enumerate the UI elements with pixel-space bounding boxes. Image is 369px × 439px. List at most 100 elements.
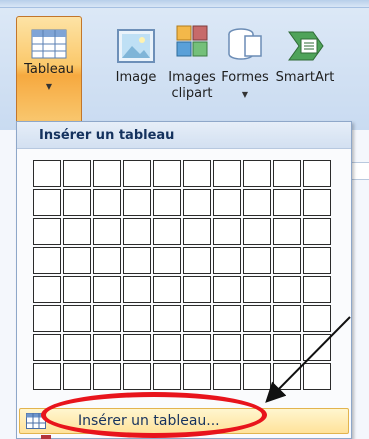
grid-cell[interactable] [123,276,151,303]
grid-cell[interactable] [243,247,271,274]
grid-cell[interactable] [213,218,241,245]
grid-cell[interactable] [243,189,271,216]
smartart-button[interactable]: SmartArt [272,16,338,124]
grid-cell[interactable] [123,247,151,274]
images-clipart-label-line1: Images [168,70,216,85]
grid-cell[interactable] [33,334,61,361]
chevron-down-icon: ▼ [241,90,249,99]
ribbon: Tableau ▼ Image Images clipart Formes ▼ [0,0,369,130]
grid-cell[interactable] [63,247,91,274]
grid-cell[interactable] [123,334,151,361]
grid-cell[interactable] [243,305,271,332]
grid-cell[interactable] [183,189,211,216]
grid-cell[interactable] [273,218,301,245]
dropdown-header: Insérer un tableau [17,122,351,149]
grid-cell[interactable] [123,305,151,332]
grid-cell[interactable] [183,305,211,332]
grid-cell[interactable] [273,305,301,332]
grid-cell[interactable] [93,305,121,332]
grid-cell[interactable] [123,160,151,187]
images-clipart-label-line2: clipart [171,86,213,101]
smartart-icon [288,31,324,61]
grid-cell[interactable] [33,218,61,245]
grid-cell[interactable] [273,189,301,216]
grid-cell[interactable] [63,334,91,361]
grid-cell[interactable] [303,160,331,187]
grid-cell[interactable] [33,276,61,303]
grid-cell[interactable] [213,334,241,361]
formes-label: Formes [221,70,269,85]
grid-cell[interactable] [153,160,181,187]
grid-cell[interactable] [243,160,271,187]
insert-table-menu-item[interactable]: Insérer un tableau... [19,408,349,434]
grid-cell[interactable] [93,276,121,303]
grid-cell[interactable] [243,334,271,361]
grid-cell[interactable] [213,305,241,332]
grid-cell[interactable] [33,305,61,332]
grid-cell[interactable] [153,334,181,361]
grid-cell[interactable] [273,334,301,361]
grid-cell[interactable] [93,247,121,274]
grid-cell[interactable] [123,363,151,390]
grid-cell[interactable] [63,218,91,245]
grid-cell[interactable] [93,218,121,245]
grid-cell[interactable] [303,334,331,361]
grid-cell[interactable] [153,276,181,303]
next-menu-item-icon [41,435,51,439]
grid-cell[interactable] [33,160,61,187]
grid-cell[interactable] [153,189,181,216]
grid-cell[interactable] [303,363,331,390]
grid-cell[interactable] [183,363,211,390]
grid-cell[interactable] [63,189,91,216]
grid-cell[interactable] [93,189,121,216]
grid-cell[interactable] [183,276,211,303]
grid-cell[interactable] [303,189,331,216]
grid-cell[interactable] [33,363,61,390]
grid-cell[interactable] [213,363,241,390]
grid-cell[interactable] [93,334,121,361]
grid-cell[interactable] [93,160,121,187]
grid-cell[interactable] [63,363,91,390]
grid-cell[interactable] [153,218,181,245]
grid-cell[interactable] [213,189,241,216]
grid-cell[interactable] [303,218,331,245]
grid-cell[interactable] [123,189,151,216]
grid-cell[interactable] [243,218,271,245]
insert-table-menu-label: Insérer un tableau... [78,413,220,429]
table-icon [31,29,67,59]
grid-cell[interactable] [153,305,181,332]
grid-cell[interactable] [273,276,301,303]
grid-cell[interactable] [303,247,331,274]
grid-cell[interactable] [63,305,91,332]
grid-cell[interactable] [183,160,211,187]
grid-cell[interactable] [33,189,61,216]
grid-cell[interactable] [273,160,301,187]
grid-cell[interactable] [33,247,61,274]
grid-cell[interactable] [183,247,211,274]
grid-cell[interactable] [273,247,301,274]
tableau-label: Tableau [24,62,74,77]
grid-cell[interactable] [303,305,331,332]
grid-cell[interactable] [183,334,211,361]
grid-cell[interactable] [123,218,151,245]
grid-cell[interactable] [243,276,271,303]
grid-cell[interactable] [63,276,91,303]
grid-cell[interactable] [213,276,241,303]
grid-cell[interactable] [93,363,121,390]
table-size-grid[interactable] [33,160,333,391]
chevron-down-icon: ▼ [45,82,53,91]
grid-cell[interactable] [213,160,241,187]
grid-cell[interactable] [213,247,241,274]
grid-cell[interactable] [153,363,181,390]
grid-cell[interactable] [183,218,211,245]
formes-button[interactable]: Formes ▼ [220,16,270,124]
grid-cell[interactable] [273,363,301,390]
image-button[interactable]: Image [112,16,160,124]
images-clipart-button[interactable]: Images clipart [166,16,218,124]
grid-cell[interactable] [243,363,271,390]
clipart-icon [176,25,208,57]
tableau-button[interactable]: Tableau ▼ [16,16,82,124]
grid-cell[interactable] [303,276,331,303]
grid-cell[interactable] [63,160,91,187]
grid-cell[interactable] [153,247,181,274]
